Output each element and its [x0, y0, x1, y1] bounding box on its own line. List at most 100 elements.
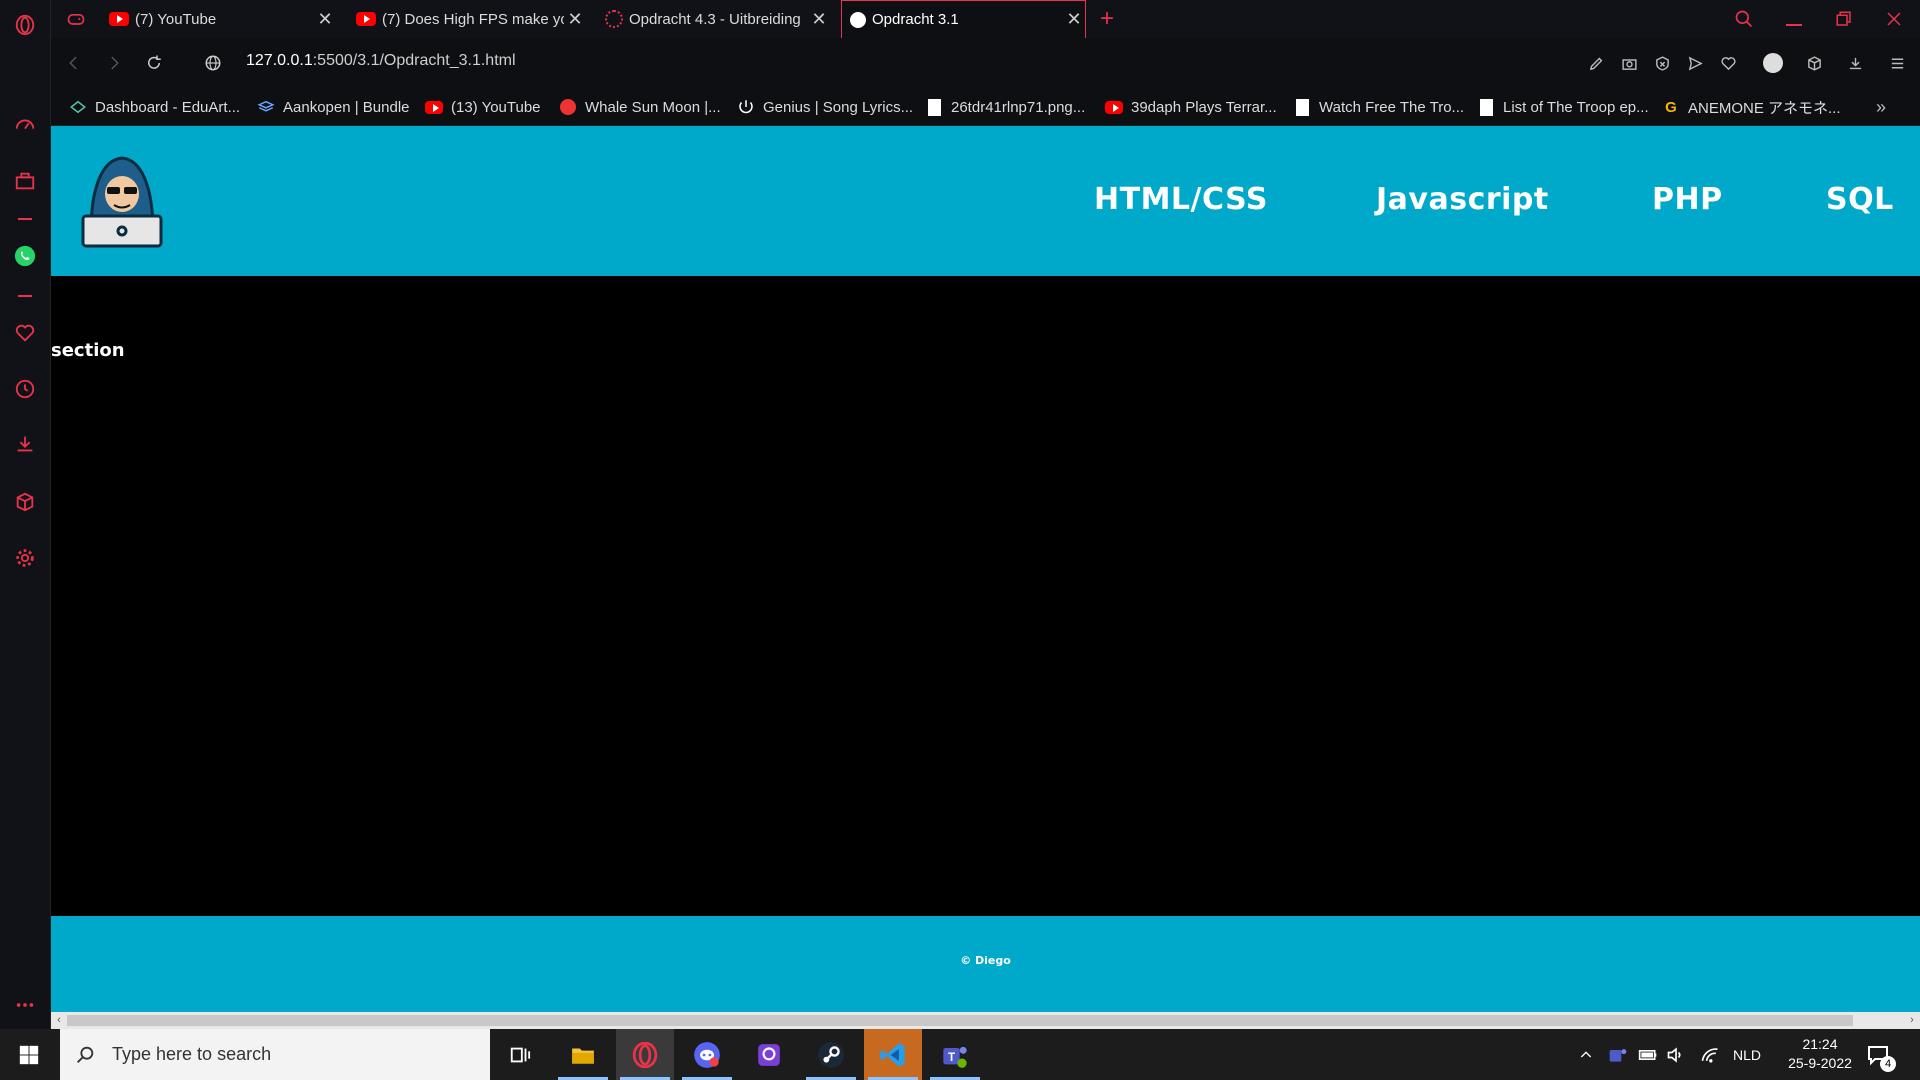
- nav-link-sql[interactable]: SQL: [1826, 182, 1894, 217]
- bookmark-label: Dashboard - EduArt...: [95, 98, 241, 116]
- speed-dial-icon[interactable]: [12, 112, 38, 138]
- restore-button[interactable]: [1821, 0, 1867, 38]
- bookmark-39daph[interactable]: 39daph Plays Terrar...: [1105, 88, 1277, 126]
- site-header: HTML/CSS Javascript PHP SQL: [51, 126, 1920, 276]
- bookmark-genius[interactable]: Genius | Song Lyrics...: [737, 88, 913, 126]
- google-icon: G: [1665, 98, 1677, 116]
- send-icon[interactable]: [1683, 51, 1707, 75]
- bookmark-label: 26tdr41rlnp71.png...: [951, 98, 1086, 116]
- show-hidden-icons-chevron-icon[interactable]: [1578, 1029, 1594, 1080]
- gamepad-icon[interactable]: [63, 6, 89, 32]
- language-indicator[interactable]: NLD: [1733, 1029, 1761, 1080]
- globe-icon: [850, 11, 866, 28]
- nav-link-html-css[interactable]: HTML/CSS: [1094, 182, 1268, 217]
- heart-icon[interactable]: [12, 320, 38, 346]
- ad-blocker-icon[interactable]: [1650, 51, 1674, 75]
- volume-icon[interactable]: [1666, 1029, 1686, 1080]
- clock[interactable]: 21:24 25-9-2022: [1780, 1035, 1860, 1073]
- bookmark-png[interactable]: 26tdr41rlnp71.png...: [925, 88, 1085, 126]
- scrollbar-thumb[interactable]: [67, 1015, 1853, 1026]
- windows-start-button[interactable]: [0, 1029, 58, 1080]
- bookmark-heart-icon[interactable]: [1716, 51, 1740, 75]
- scroll-right-arrow-icon[interactable]: ›: [1904, 1012, 1920, 1029]
- app-icon[interactable]: [740, 1029, 798, 1080]
- whatsapp-icon[interactable]: [12, 243, 38, 269]
- opera-gx-icon[interactable]: [616, 1029, 674, 1080]
- bookmark-bundle[interactable]: Aankopen | Bundle: [257, 88, 410, 126]
- bookmark-troop-episodes[interactable]: List of The Troop ep...: [1477, 88, 1649, 126]
- forward-button[interactable]: [101, 50, 127, 76]
- close-icon[interactable]: ✕: [1063, 9, 1085, 30]
- notification-count-badge: 4: [1880, 1056, 1896, 1072]
- bookmark-label: (13) YouTube: [451, 98, 541, 116]
- tab-label: Opdracht 4.3 - Uitbreiding: [629, 10, 801, 28]
- site-info-globe-icon[interactable]: [200, 50, 226, 76]
- hacker-logo[interactable]: [77, 150, 167, 250]
- bookmarks-bar: Dashboard - EduArt... Aankopen | Bundle …: [51, 88, 1920, 126]
- search-tabs-icon[interactable]: [1721, 0, 1767, 38]
- teams-icon[interactable]: T: [926, 1029, 984, 1080]
- notifications-icon[interactable]: 4: [1866, 1029, 1896, 1080]
- settings-gear-icon[interactable]: [12, 545, 38, 571]
- copyright-text: © Diego: [960, 954, 1011, 967]
- opera-menu-icon[interactable]: [12, 12, 38, 38]
- tab-bar: (7) YouTube ✕ (7) Does High FPS make yo …: [51, 0, 1920, 38]
- taskbar-search-box[interactable]: Type here to search: [60, 1029, 490, 1080]
- bookmark-the-troop[interactable]: Watch Free The Tro...: [1293, 88, 1464, 126]
- whale-icon: [559, 98, 577, 116]
- snapshot-edit-icon[interactable]: [1584, 51, 1608, 75]
- task-view-icon[interactable]: [491, 1029, 549, 1080]
- profile-avatar[interactable]: [1761, 51, 1785, 75]
- close-icon[interactable]: ✕: [808, 9, 830, 30]
- tab-opdracht-3-1[interactable]: Opdracht 3.1 ✕: [841, 0, 1086, 38]
- bookmark-eduart[interactable]: Dashboard - EduArt...: [69, 88, 240, 126]
- easy-setup-icon[interactable]: [1885, 51, 1909, 75]
- extensions-cube-icon[interactable]: [1802, 51, 1826, 75]
- briefcase-icon[interactable]: [12, 168, 38, 194]
- svg-text:T: T: [948, 1050, 955, 1063]
- opera-sidebar: [0, 0, 51, 1029]
- close-window-button[interactable]: [1871, 0, 1917, 38]
- more-options-icon[interactable]: [12, 992, 38, 1018]
- file-icon: [1477, 98, 1495, 116]
- file-explorer-icon[interactable]: [554, 1029, 612, 1080]
- tab-high-fps[interactable]: (7) Does High FPS make yo ✕: [348, 0, 586, 38]
- file-icon: [1293, 98, 1311, 116]
- tab-opdracht-4-3[interactable]: Opdracht 4.3 - Uitbreiding ✕: [597, 0, 830, 38]
- bookmark-whale-sun-moon[interactable]: Whale Sun Moon |...: [559, 88, 721, 126]
- url-field[interactable]: 127.0.0.1:5500/3.1/Opdracht_3.1.html: [246, 52, 516, 70]
- back-button[interactable]: [61, 50, 87, 76]
- close-icon[interactable]: ✕: [314, 9, 336, 30]
- camera-icon[interactable]: [1617, 51, 1641, 75]
- sidebar-divider: [18, 295, 32, 297]
- close-icon[interactable]: ✕: [564, 9, 586, 30]
- horizontal-scrollbar[interactable]: ‹ ›: [51, 1012, 1920, 1029]
- teams-tray-icon[interactable]: [1608, 1029, 1628, 1080]
- vscode-icon[interactable]: [864, 1029, 922, 1080]
- url-path: :5500/3.1/Opdracht_3.1.html: [312, 52, 516, 69]
- clock-time: 21:24: [1802, 1036, 1838, 1052]
- new-tab-button[interactable]: +: [1094, 5, 1120, 32]
- more-bookmarks-chevron-icon[interactable]: »: [1876, 88, 1886, 126]
- extensions-cube-icon[interactable]: [12, 489, 38, 515]
- bookmark-label: Genius | Song Lyrics...: [763, 98, 914, 116]
- minimize-button[interactable]: [1771, 0, 1817, 38]
- bookmark-label: Watch Free The Tro...: [1319, 98, 1465, 116]
- bookmark-anemone[interactable]: G ANEMONE アネモネ...: [1662, 88, 1840, 126]
- discord-icon[interactable]: [678, 1029, 736, 1080]
- bookmark-label: Aankopen | Bundle: [283, 98, 410, 116]
- download-icon[interactable]: [1843, 51, 1867, 75]
- battery-icon[interactable]: [1638, 1029, 1658, 1080]
- bookmark-label: Whale Sun Moon |...: [585, 98, 721, 116]
- nav-link-javascript[interactable]: Javascript: [1376, 182, 1549, 217]
- nav-link-php[interactable]: PHP: [1652, 182, 1723, 217]
- wifi-icon[interactable]: [1700, 1029, 1720, 1080]
- tab-youtube[interactable]: (7) YouTube ✕: [101, 0, 336, 38]
- reload-button[interactable]: [141, 50, 167, 76]
- scroll-left-arrow-icon[interactable]: ‹: [51, 1012, 67, 1029]
- downloads-icon[interactable]: [12, 431, 38, 457]
- steam-icon[interactable]: [802, 1029, 860, 1080]
- history-clock-icon[interactable]: [12, 376, 38, 402]
- bookmark-youtube[interactable]: (13) YouTube: [425, 88, 541, 126]
- clock-date: 25-9-2022: [1788, 1055, 1852, 1071]
